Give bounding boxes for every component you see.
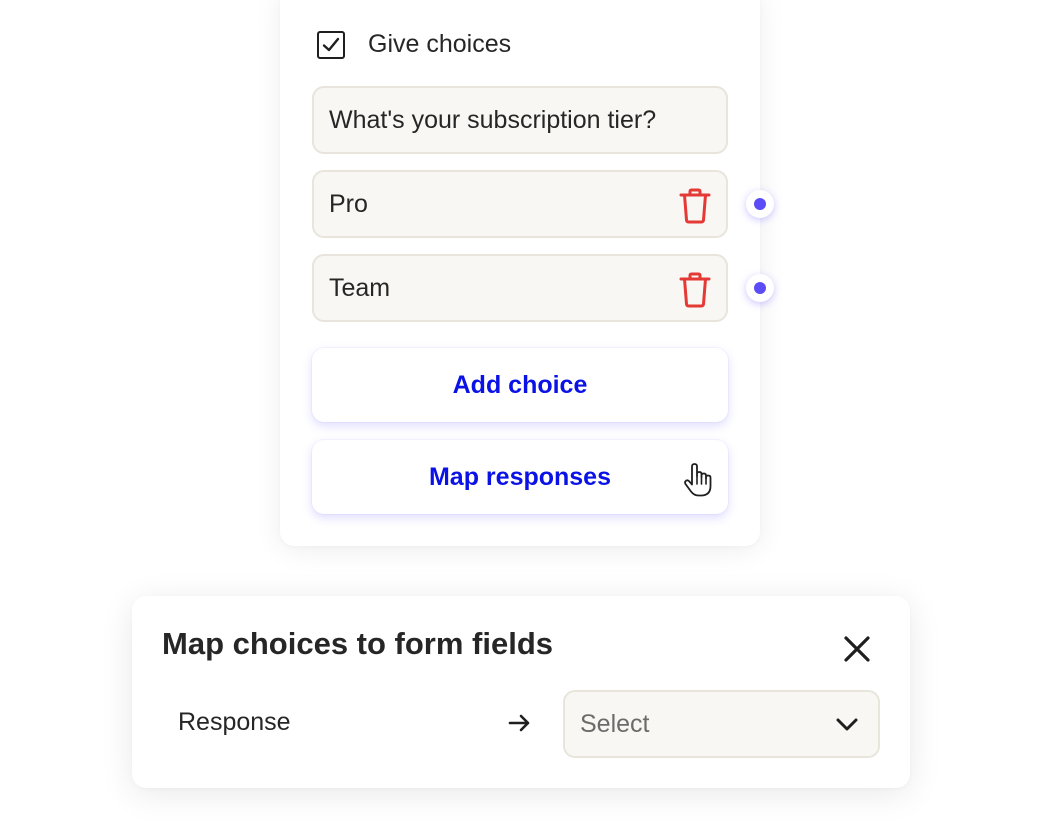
close-icon[interactable] xyxy=(840,632,874,666)
connector-dot-center xyxy=(754,198,766,210)
choices-card: Give choices What's your subscription ti… xyxy=(280,0,774,546)
choice-connector-dot[interactable] xyxy=(746,190,774,218)
arrow-right-icon xyxy=(508,714,530,732)
canvas: Give choices What's your subscription ti… xyxy=(0,0,1040,840)
map-choices-panel: Map choices to form fields Response Sele… xyxy=(132,596,910,788)
trash-icon[interactable] xyxy=(678,272,712,308)
question-input-value: What's your subscription tier? xyxy=(329,105,657,134)
response-label: Response xyxy=(178,708,291,736)
hand-pointer-icon xyxy=(684,463,712,497)
map-responses-label: Map responses xyxy=(428,462,611,491)
give-choices-row[interactable]: Give choices xyxy=(317,30,511,59)
give-choices-checkbox[interactable] xyxy=(317,30,345,59)
add-choice-button[interactable]: Add choice xyxy=(312,348,728,422)
map-responses-button[interactable]: Map responses xyxy=(312,440,728,514)
chevron-down-icon xyxy=(836,718,858,731)
select-placeholder: Select xyxy=(580,709,650,738)
panel-title: Map choices to form fields xyxy=(162,626,554,661)
trash-icon[interactable] xyxy=(678,188,712,224)
choice-connector-dot[interactable] xyxy=(746,274,774,302)
choice-input-value: Team xyxy=(329,273,391,302)
question-input[interactable]: What's your subscription tier? xyxy=(312,86,728,154)
choice-input-value: Pro xyxy=(329,189,368,218)
choice-input[interactable]: Team xyxy=(312,254,728,322)
give-choices-label: Give choices xyxy=(368,30,512,58)
connector-dot-center xyxy=(754,282,766,294)
check-icon xyxy=(322,37,340,51)
form-field-select[interactable]: Select xyxy=(563,690,880,758)
choice-input[interactable]: Pro xyxy=(312,170,728,238)
